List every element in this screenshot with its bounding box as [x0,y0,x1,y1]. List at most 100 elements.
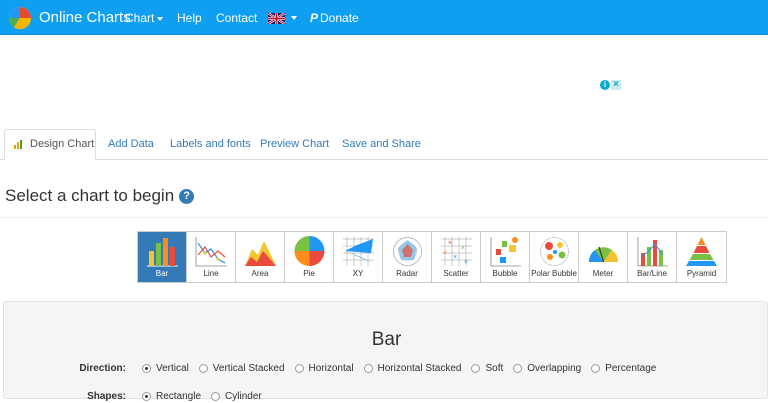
paypal-icon: P [310,11,319,25]
radio-selected-icon [142,391,151,401]
chart-type-radar[interactable]: Radar [383,232,432,282]
bubble-chart-icon [490,237,521,267]
chart-type-label: XY [352,269,364,278]
chart-type-pie[interactable]: Pie [285,232,334,282]
radio-percentage[interactable]: Percentage [591,363,656,374]
svg-text:×: × [461,245,465,252]
radio-label: Rectangle [156,390,202,402]
chart-type-line[interactable]: Line [187,232,236,282]
pie-logo-icon [8,6,32,29]
chart-type-label: Pie [303,269,315,278]
chart-type-xy[interactable]: XY [334,232,383,282]
radio-label: Vertical [156,362,189,374]
chart-type-label: Bar/Line [637,269,667,278]
chart-type-label: Area [251,269,269,278]
radio-label: Vertical Stacked [212,362,285,374]
chart-type-label: Radar [396,269,418,278]
area-chart-icon [245,241,276,266]
chart-type-area[interactable]: Area [236,232,285,282]
brand-link[interactable]: Online Charts [8,4,131,31]
tab-labels-fonts[interactable]: Labels and fonts [170,129,251,160]
meter-chart-icon [588,246,619,263]
question-icon[interactable]: ? [179,188,195,204]
ad-banner: i × [0,36,768,128]
svg-text:×: × [453,254,457,261]
brand-name: Online Charts [39,9,131,26]
chart-type-label: Line [203,269,219,278]
donate-link[interactable]: P Donate [310,11,359,25]
chart-type-polar-bubble[interactable]: Polar Bubble [530,232,579,282]
direction-options: Direction: Vertical Vertical Stacked Hor… [4,361,666,375]
radio-icon [211,391,221,401]
radio-icon [513,363,523,373]
radio-selected-icon [142,363,151,373]
chart-type-bubble[interactable]: Bubble [481,232,530,282]
bar-line-chart-icon [637,237,668,267]
chart-type-meter[interactable]: Meter [579,232,628,282]
shape-options: Shapes: Rectangle Cylinder [4,389,272,403]
pie-chart-icon [294,236,325,266]
polar-bubble-chart-icon [540,237,569,266]
radio-label: Overlapping [527,362,582,374]
chart-type-label: Bar [155,269,169,278]
chart-type-label: Bubble [492,269,518,278]
chart-type-label: Pyramid [686,269,717,278]
nav-contact[interactable]: Contact [216,11,257,25]
svg-text:×: × [443,250,447,257]
tab-save-share[interactable]: Save and Share [342,129,421,160]
nav-chart-menu[interactable]: Chart [125,11,164,25]
radio-horizontal[interactable]: Horizontal [294,362,354,374]
chevron-down-icon [157,16,164,21]
radio-label: Cylinder [225,390,262,402]
radio-icon [591,363,601,373]
nav-chart-label: Chart [125,11,155,25]
top-navbar: Online Charts Chart Help Contact P Donat… [0,0,768,35]
donate-label: Donate [320,11,359,25]
radio-vertical-stacked[interactable]: Vertical Stacked [198,362,285,374]
chart-type-pyramid[interactable]: Pyramid [677,232,726,282]
svg-text:×: × [464,259,468,266]
radar-chart-icon [393,237,422,266]
tab-add-data[interactable]: Add Data [108,129,154,160]
chart-type-label: Polar Bubble [531,269,577,278]
heading-text: Select a chart to begin [5,186,175,205]
radio-cylinder[interactable]: Cylinder [211,391,262,402]
uk-flag-icon[interactable] [268,13,285,24]
bar-chart-icon [147,238,178,267]
radio-overlapping[interactable]: Overlapping [513,363,581,374]
radio-icon [471,363,481,373]
direction-label: Direction: [79,362,126,374]
tab-preview-chart[interactable]: Preview Chart [260,129,329,160]
ad-choices[interactable]: i × [600,80,621,90]
radio-label: Horizontal [308,362,354,374]
chart-type-bar-line[interactable]: Bar/Line [628,232,677,282]
divider [0,217,768,218]
radio-vertical[interactable]: Vertical [142,363,189,374]
info-icon[interactable]: i [600,80,610,90]
chart-type-scatter[interactable]: × × × × × Scatter [432,232,481,282]
scatter-chart-icon: × × × × × [441,237,472,266]
chart-type-picker: Bar Line Area Pie XY Radar × × × × × Sca… [137,231,727,283]
radio-horizontal-stacked[interactable]: Horizontal Stacked [363,362,462,374]
radio-rectangle[interactable]: Rectangle [142,391,201,402]
language-chevron-down-icon[interactable] [291,16,297,20]
radio-icon [294,363,304,373]
line-chart-icon [195,237,227,267]
chart-type-label: Scatter [443,269,469,278]
wizard-tabs: Design Chart Add Data Labels and fonts P… [0,129,768,160]
radio-icon [363,363,373,373]
tab-design-chart[interactable]: Design Chart [4,129,96,160]
chart-type-label: Meter [592,269,614,278]
radio-label: Horizontal Stacked [377,362,462,374]
tab-design-chart-label: Design Chart [30,138,95,150]
close-icon[interactable]: × [611,80,621,90]
radio-label: Percentage [605,362,657,374]
chart-options-panel: Bar Direction: Vertical Vertical Stacked… [3,301,768,402]
radio-soft[interactable]: Soft [471,363,503,374]
panel-title: Bar [371,329,402,350]
bar-chart-icon [14,140,22,149]
chart-type-bar[interactable]: Bar [138,232,187,282]
shapes-label: Shapes: [87,390,126,402]
radio-icon [198,363,208,373]
nav-help[interactable]: Help [177,11,202,25]
